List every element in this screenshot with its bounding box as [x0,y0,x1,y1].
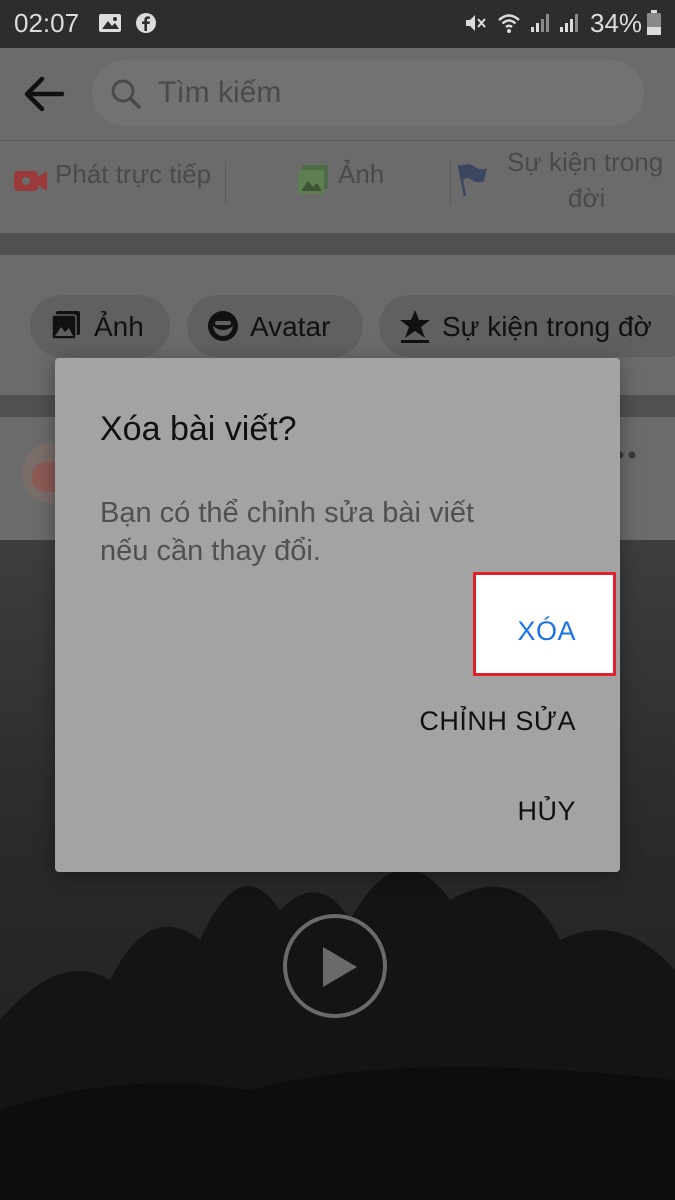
battery-percent: 34% [590,8,643,38]
dialog-message-line1: Bạn có thể chỉnh sửa bài viết [100,497,475,529]
photo-button[interactable]: Ảnh [226,141,450,233]
chip-avatar-label: Avatar [250,311,331,342]
photo-icon [298,165,328,194]
facebook-icon [136,13,156,33]
section-divider [0,233,675,255]
edit-button[interactable]: CHỈNH SỬA [355,706,576,737]
battery-icon [647,10,661,35]
life-event-label-line2: đời [568,183,606,213]
top-app-bar: Tìm kiếm [0,48,675,141]
status-bar: 02:07 34% [0,0,675,48]
flag-icon [457,164,487,197]
chip-life-event[interactable]: Sự kiện trong đờ [379,295,675,357]
live-video-icon [14,171,47,191]
dialog-title: Xóa bài viết? [100,410,297,448]
gallery-icon [99,14,121,32]
wifi-icon [498,14,520,33]
signal-icon [531,14,549,32]
delete-button[interactable]: XÓA [455,616,576,647]
live-video-button[interactable]: Phát trực tiếp [0,141,225,233]
cancel-button[interactable]: HỦY [455,796,576,827]
dialog-message-line2: nếu cần thay đổi. [100,535,321,567]
search-placeholder: Tìm kiếm [158,76,282,109]
life-event-label-line1: Sự kiện trong [507,147,664,177]
signal-icon [560,14,578,32]
photo-label: Ảnh [338,159,385,189]
star-icon [400,310,430,343]
mute-icon [466,15,486,31]
chip-photo[interactable]: Ảnh [30,295,170,357]
search-input[interactable]: Tìm kiếm [92,60,644,126]
live-video-label: Phát trực tiếp [55,159,212,189]
chip-photo-label: Ảnh [94,311,144,342]
play-button[interactable] [283,914,387,1018]
play-icon [323,947,357,987]
chip-avatar[interactable]: Avatar [187,295,363,357]
life-event-button[interactable]: Sự kiện trong đời [451,141,675,233]
photo-icon [52,311,80,340]
dialog-message: Bạn có thể chỉnh sửa bài viết nếu cần th… [100,494,560,570]
composer-actions: Phát trực tiếp Ảnh Sự kiện trong đời [0,141,675,233]
search-icon [111,79,141,109]
avatar-icon [208,311,238,341]
delete-post-dialog: Xóa bài viết? Bạn có thể chỉnh sửa bài v… [55,358,620,872]
status-time: 02:07 [14,8,80,38]
back-arrow-icon[interactable] [22,74,66,114]
chip-life-event-label: Sự kiện trong đờ [442,311,652,342]
